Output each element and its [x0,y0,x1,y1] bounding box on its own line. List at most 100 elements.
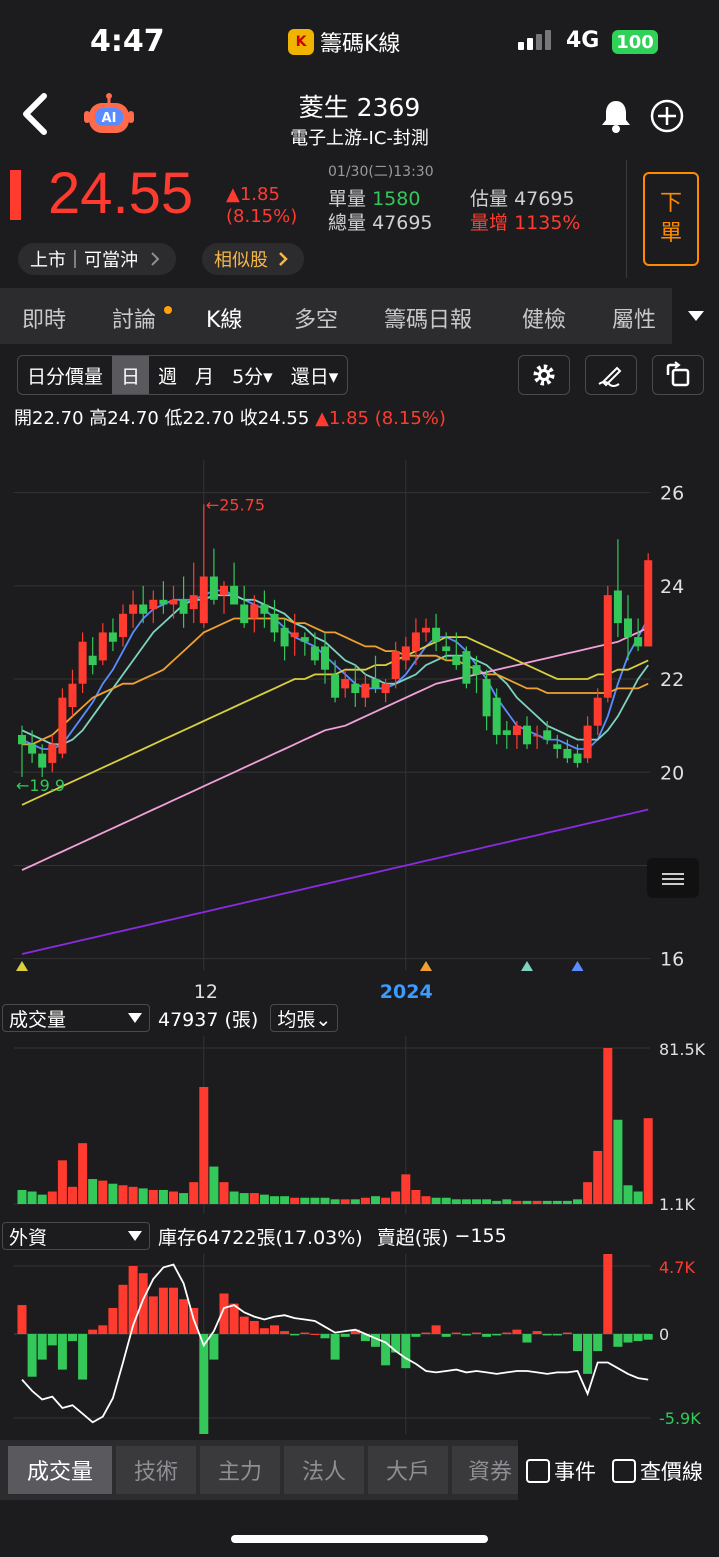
tab-health-check[interactable]: 健檢 [522,302,566,334]
resize-handle[interactable] [647,858,699,898]
checkbox-icon [612,1459,636,1483]
similar-stocks-pill[interactable]: 相似股 [202,243,304,275]
quote-timestamp: 01/30(二)13:30 [328,164,434,180]
event-checkbox[interactable]: 事件 [526,1456,596,1486]
foreign-net-bar [482,1334,492,1337]
alert-button[interactable] [598,98,634,138]
candle-body [543,730,552,740]
ohlc-change: ▲1.85 (8.15%) [315,408,446,429]
price-line-checkbox[interactable]: 查價線 [612,1456,703,1486]
y-tick-label: 22 [660,669,684,691]
single-volume-label: 單量 [328,188,367,210]
volume-header: 成交量 47937 (張) 均張⌄ [0,1003,719,1033]
foreign-net-bar [310,1334,320,1335]
foreign-net-bar [461,1334,471,1336]
volume-increase: 量增 1135% [470,208,580,235]
candle-body [290,632,299,638]
ma-turn-marker [571,961,584,971]
order-button[interactable]: 下 單 [643,172,699,266]
close-label: 收 [239,408,258,429]
btab-margin[interactable]: 資券 [452,1446,518,1494]
foreign-net-bar [290,1334,300,1336]
volume-indicator-select[interactable]: 成交量 [2,1004,150,1032]
add-watchlist-button[interactable] [649,98,685,138]
foreign-max-label: 4.7K [659,1258,695,1277]
period-adjust[interactable]: 還日▾ [282,356,348,394]
btab-institutional[interactable]: 法人 [284,1446,364,1494]
foreign-net-bar [492,1334,502,1336]
settings-button[interactable] [518,355,570,395]
btab-big-holders[interactable]: 大戶 [368,1446,448,1494]
volume-max-label: 81.5K [659,1040,706,1059]
tab-kline[interactable]: K線 [206,302,242,334]
foreign-indicator-select[interactable]: 外資 [2,1222,150,1250]
total-volume-label: 總量 [328,212,367,234]
volume-bar [98,1180,108,1204]
foreign-net-bar [249,1320,259,1334]
volume-chart[interactable]: 81.5K 1.1K [0,1036,719,1214]
foreign-net-bar [88,1329,98,1334]
btab-main-force[interactable]: 主力 [200,1446,280,1494]
candle-body [250,604,259,619]
btab-technical[interactable]: 技術 [116,1446,196,1494]
candle-body [563,748,572,759]
foreign-zero-label: 0 [659,1325,669,1344]
draw-button[interactable] [585,355,637,395]
kline-chart[interactable]: 262422201816122024←25.75←19.9 [0,430,719,1005]
tab-realtime[interactable]: 即時 [22,302,66,334]
tab-bull-bear[interactable]: 多空 [294,302,338,334]
volume-bar [502,1199,512,1204]
volume-bar [27,1191,37,1204]
volume-bar [593,1150,603,1204]
volume-bar [108,1183,118,1204]
volume-bar [431,1197,441,1204]
candle-body [28,744,37,754]
y-tick-label: 20 [660,762,684,784]
x-tick-label-year: 2024 [380,981,433,1003]
rotate-button[interactable] [652,355,704,395]
tab-discussion[interactable]: 討論 [112,302,156,334]
candle-body [452,655,461,666]
estimated-volume: 估量 47695 [470,184,575,211]
period-day[interactable]: 日 [112,356,150,394]
foreign-net-bar [381,1334,391,1366]
candle-body [260,604,269,614]
foreign-net-bar [98,1325,108,1334]
btab-volume[interactable]: 成交量 [8,1446,112,1494]
foreign-chart[interactable]: 4.7K 0 -5.9K [0,1254,719,1434]
candle-body [230,585,239,605]
period-intraday[interactable]: 日分價量 [18,356,112,394]
foreign-net-bar [300,1332,310,1334]
candle-body [129,604,138,614]
tab-attributes[interactable]: 屬性 [612,302,656,334]
chevron-right-icon [279,252,288,266]
candle-body [159,599,168,605]
candle-body [381,683,390,694]
tab-chip-daily[interactable]: 籌碼日報 [384,302,472,334]
candle-body [361,683,370,698]
candle-body [179,599,188,614]
foreign-net-bar [623,1334,633,1343]
candle-body [270,613,279,633]
candle-body [310,646,319,661]
battery-icon: 100 [612,30,658,54]
volume-bar [239,1193,249,1204]
period-month[interactable]: 月 [186,356,223,394]
market-info-pill[interactable]: 上市｜可當沖 [18,243,176,275]
period-week[interactable]: 週 [149,356,186,394]
period-minutes[interactable]: 5分▾ [223,356,282,394]
volume-bar [249,1193,259,1204]
volume-bar [573,1199,582,1204]
volume-bar [371,1196,380,1204]
candle-body [422,627,430,633]
volume-unit-label: 均張⌄ [277,1008,332,1031]
candle-body [280,627,289,647]
tabs-more-button[interactable] [672,288,719,344]
candle-body [502,730,511,735]
foreign-net-bar [421,1332,431,1334]
volume-unit-button[interactable]: 均張⌄ [270,1004,339,1032]
volume-bar [492,1200,502,1204]
low-value: 22.70 [182,408,235,429]
current-price: 24.55 [48,161,194,226]
candle-body [78,641,87,684]
